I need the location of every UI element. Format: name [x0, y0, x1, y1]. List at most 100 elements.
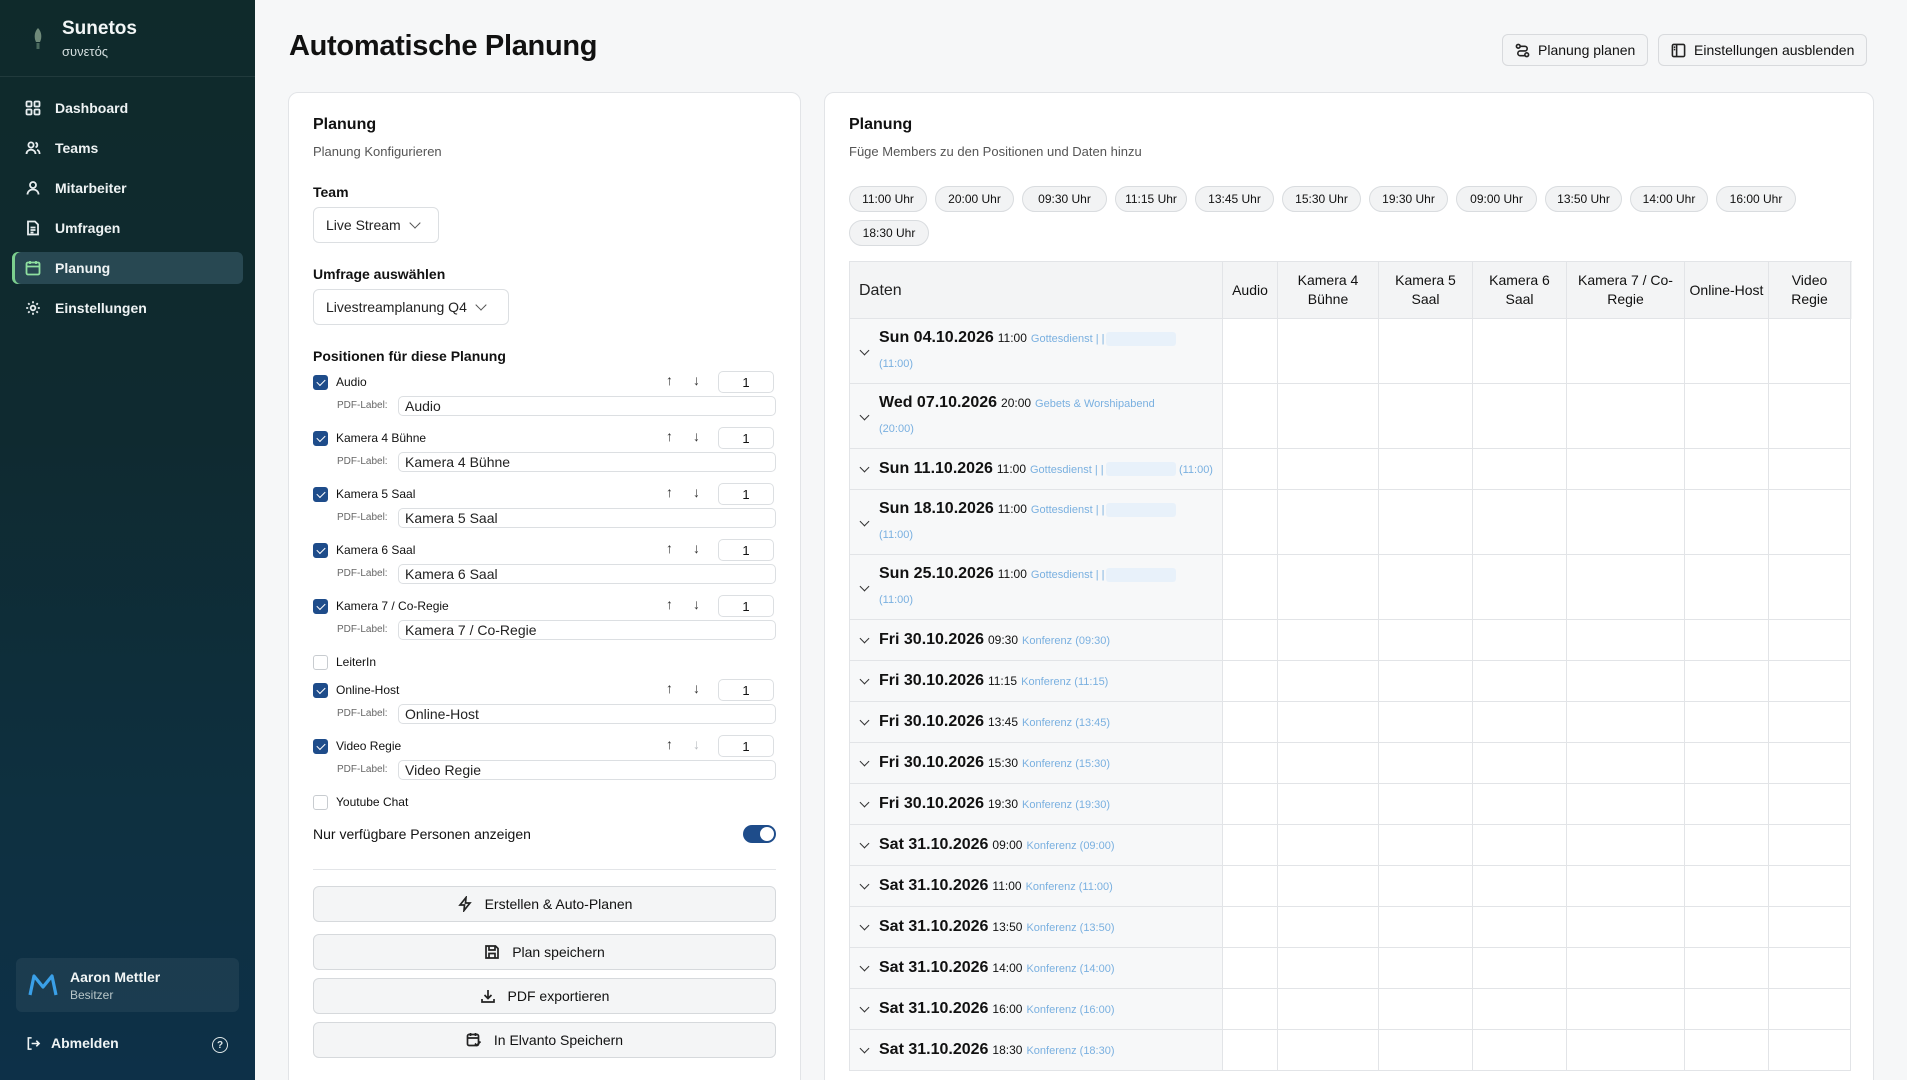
- pdf-label-input[interactable]: Online-Host: [398, 704, 776, 724]
- position-checkbox[interactable]: [313, 430, 328, 446]
- sidebar-item-dashboard[interactable]: Dashboard: [12, 92, 243, 124]
- date-cell[interactable]: Sun 11.10.2026 11:00 Gottesdienst | | (11:…: [850, 449, 1223, 490]
- position-count-input[interactable]: 1: [718, 427, 774, 449]
- assignment-cell[interactable]: [1567, 490, 1685, 555]
- assignment-cell[interactable]: [1685, 449, 1769, 490]
- assignment-cell[interactable]: [1769, 490, 1851, 555]
- assignment-cell[interactable]: [1473, 743, 1567, 784]
- assignment-cell[interactable]: [1567, 702, 1685, 743]
- team-select[interactable]: Live Stream: [313, 207, 439, 243]
- position-checkbox[interactable]: [313, 738, 328, 754]
- sidebar-item-einstellungen[interactable]: Einstellungen: [12, 292, 243, 324]
- chevron-down-icon[interactable]: [859, 879, 870, 890]
- date-cell[interactable]: Sat 31.10.2026 09:00 Konferenz (09:00): [850, 825, 1223, 866]
- chevron-down-icon[interactable]: [859, 1002, 870, 1013]
- chevron-down-icon[interactable]: [859, 462, 870, 473]
- assignment-cell[interactable]: [1379, 661, 1473, 702]
- chevron-down-icon[interactable]: [859, 715, 870, 726]
- brand[interactable]: Sunetos συνετός: [28, 18, 137, 59]
- sidebar-item-umfragen[interactable]: Umfragen: [12, 212, 243, 244]
- assignment-cell[interactable]: [1223, 907, 1278, 948]
- assignment-cell[interactable]: [1769, 866, 1851, 907]
- chevron-down-icon[interactable]: [859, 674, 870, 685]
- move-down-icon[interactable]: ↓: [693, 680, 700, 696]
- assignment-cell[interactable]: [1685, 620, 1769, 661]
- position-count-input[interactable]: 1: [718, 539, 774, 561]
- time-chip[interactable]: 16:00 Uhr: [1716, 186, 1796, 212]
- survey-select[interactable]: Livestreamplanung Q4: [313, 289, 509, 325]
- chevron-down-icon[interactable]: [859, 756, 870, 767]
- assignment-cell[interactable]: [1473, 702, 1567, 743]
- assignment-cell[interactable]: [1278, 743, 1379, 784]
- assignment-cell[interactable]: [1278, 319, 1379, 384]
- assignment-cell[interactable]: [1379, 784, 1473, 825]
- assignment-cell[interactable]: [1379, 825, 1473, 866]
- time-chip[interactable]: 13:50 Uhr: [1545, 186, 1622, 212]
- assignment-cell[interactable]: [1278, 784, 1379, 825]
- chevron-down-icon[interactable]: [859, 1043, 870, 1054]
- assignment-cell[interactable]: [1769, 384, 1851, 449]
- assignment-cell[interactable]: [1685, 784, 1769, 825]
- assignment-cell[interactable]: [1379, 620, 1473, 661]
- assignment-cell[interactable]: [1567, 384, 1685, 449]
- assignment-cell[interactable]: [1685, 319, 1769, 384]
- assignment-cell[interactable]: [1473, 1030, 1567, 1071]
- assignment-cell[interactable]: [1278, 661, 1379, 702]
- date-cell[interactable]: Fri 30.10.2026 19:30 Konferenz (19:30): [850, 784, 1223, 825]
- assignment-cell[interactable]: [1567, 825, 1685, 866]
- assignment-cell[interactable]: [1473, 866, 1567, 907]
- time-chip[interactable]: 11:00 Uhr: [849, 186, 927, 212]
- assignment-cell[interactable]: [1379, 907, 1473, 948]
- time-chip[interactable]: 18:30 Uhr: [849, 220, 929, 246]
- assignment-cell[interactable]: [1278, 384, 1379, 449]
- assignment-cell[interactable]: [1685, 866, 1769, 907]
- time-chip[interactable]: 19:30 Uhr: [1369, 186, 1448, 212]
- date-cell[interactable]: Sat 31.10.2026 14:00 Konferenz (14:00): [850, 948, 1223, 989]
- assignment-cell[interactable]: [1223, 784, 1278, 825]
- date-cell[interactable]: Fri 30.10.2026 15:30 Konferenz (15:30): [850, 743, 1223, 784]
- position-checkbox[interactable]: [313, 486, 328, 502]
- assignment-cell[interactable]: [1567, 449, 1685, 490]
- position-count-input[interactable]: 1: [718, 371, 774, 393]
- assignment-cell[interactable]: [1473, 620, 1567, 661]
- assignment-cell[interactable]: [1223, 989, 1278, 1030]
- date-cell[interactable]: Sat 31.10.2026 13:50 Konferenz (13:50): [850, 907, 1223, 948]
- assignment-cell[interactable]: [1223, 384, 1278, 449]
- assignment-cell[interactable]: [1473, 555, 1567, 620]
- move-down-icon[interactable]: ↓: [693, 428, 700, 444]
- date-cell[interactable]: Sat 31.10.2026 11:00 Konferenz (11:00): [850, 866, 1223, 907]
- assignment-cell[interactable]: [1685, 1030, 1769, 1071]
- move-down-icon[interactable]: ↓: [693, 596, 700, 612]
- save-elvanto-button[interactable]: In Elvanto Speichern: [313, 1022, 776, 1058]
- assignment-cell[interactable]: [1223, 555, 1278, 620]
- assignment-cell[interactable]: [1473, 825, 1567, 866]
- move-up-icon[interactable]: ↑: [666, 428, 673, 444]
- available-only-toggle[interactable]: [743, 825, 776, 843]
- sidebar-item-mitarbeiter[interactable]: Mitarbeiter: [12, 172, 243, 204]
- plan-planung-button[interactable]: Planung planen: [1502, 34, 1649, 66]
- move-down-icon[interactable]: ↓: [693, 736, 700, 752]
- sidebar-item-teams[interactable]: Teams: [12, 132, 243, 164]
- create-auto-plan-button[interactable]: Erstellen & Auto-Planen: [313, 886, 776, 922]
- pdf-label-input[interactable]: Kamera 7 / Co-Regie: [398, 620, 776, 640]
- assignment-cell[interactable]: [1769, 743, 1851, 784]
- move-up-icon[interactable]: ↑: [666, 484, 673, 500]
- assignment-cell[interactable]: [1769, 784, 1851, 825]
- move-up-icon[interactable]: ↑: [666, 680, 673, 696]
- assignment-cell[interactable]: [1278, 555, 1379, 620]
- move-down-icon[interactable]: ↓: [693, 484, 700, 500]
- assignment-cell[interactable]: [1223, 702, 1278, 743]
- assignment-cell[interactable]: [1379, 555, 1473, 620]
- position-count-input[interactable]: 1: [718, 679, 774, 701]
- assignment-cell[interactable]: [1567, 866, 1685, 907]
- assignment-cell[interactable]: [1685, 948, 1769, 989]
- assignment-cell[interactable]: [1379, 319, 1473, 384]
- chevron-down-icon[interactable]: [859, 516, 870, 527]
- assignment-cell[interactable]: [1769, 319, 1851, 384]
- assignment-cell[interactable]: [1567, 784, 1685, 825]
- assignment-cell[interactable]: [1567, 661, 1685, 702]
- time-chip[interactable]: 11:15 Uhr: [1115, 186, 1187, 212]
- assignment-cell[interactable]: [1278, 449, 1379, 490]
- pdf-label-input[interactable]: Video Regie: [398, 760, 776, 780]
- assignment-cell[interactable]: [1685, 989, 1769, 1030]
